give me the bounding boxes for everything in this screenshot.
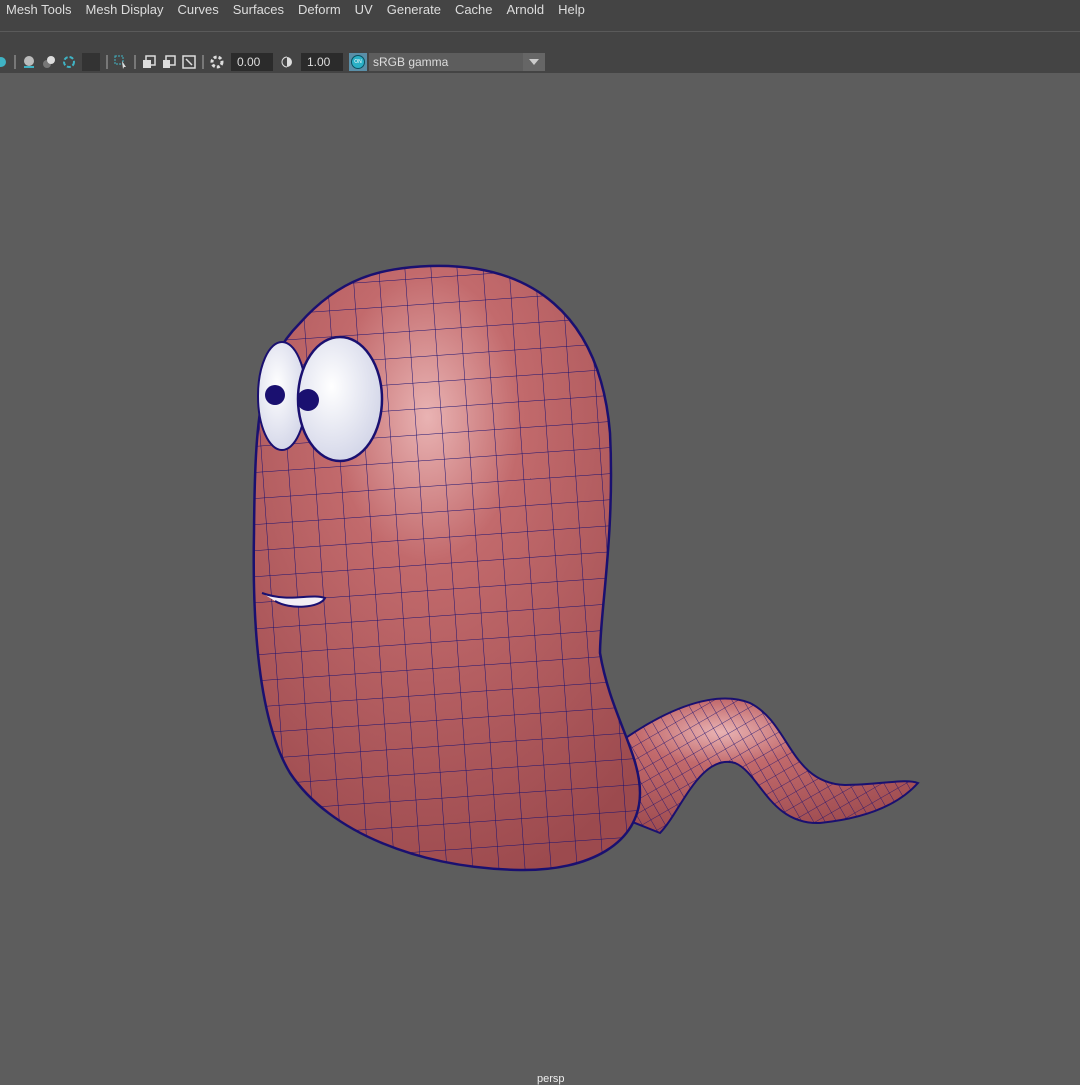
menu-generate[interactable]: Generate (381, 2, 449, 17)
menu-uv[interactable]: UV (349, 2, 381, 17)
worm-model[interactable] (0, 73, 1080, 1080)
film-gate-icon[interactable] (142, 54, 156, 69)
camera-label: persp (537, 1073, 565, 1085)
menu-bar: Mesh Tools Mesh Display Curves Surfaces … (0, 0, 1080, 32)
on-label: ON (351, 54, 365, 69)
exposure-icon[interactable] (210, 55, 224, 69)
menu-cache[interactable]: Cache (449, 2, 501, 17)
menu-mesh-tools[interactable]: Mesh Tools (0, 2, 80, 17)
toolbar-divider (106, 54, 108, 69)
color-management-toggle[interactable]: ON (349, 52, 367, 71)
toolbar-divider (14, 54, 16, 69)
menu-curves[interactable]: Curves (172, 2, 227, 17)
ambient-occlusion-icon[interactable] (62, 55, 76, 69)
viewport-toolbar: 0.00 1.00 ON sRGB gamma (0, 50, 1080, 73)
toolbar-divider (134, 54, 136, 69)
menu-arnold[interactable]: Arnold (501, 2, 553, 17)
color-space-value: sRGB gamma (373, 54, 449, 69)
toolbar-divider (202, 54, 204, 69)
menu-deform[interactable]: Deform (292, 2, 349, 17)
shadows-icon[interactable] (42, 55, 56, 69)
chevron-down-icon[interactable] (523, 52, 545, 71)
select-camera-icon[interactable] (114, 55, 128, 69)
isolate-select-icon[interactable] (82, 52, 100, 71)
gamma-icon[interactable] (280, 55, 294, 69)
gamma-field[interactable]: 1.00 (301, 52, 343, 71)
safe-action-icon[interactable] (182, 54, 196, 69)
shaded-sphere-icon[interactable] (0, 55, 8, 69)
exposure-field[interactable]: 0.00 (231, 52, 273, 71)
menu-mesh-display[interactable]: Mesh Display (80, 2, 172, 17)
3d-viewport[interactable] (0, 73, 1080, 1080)
lighting-sphere-icon[interactable] (22, 55, 36, 69)
menu-surfaces[interactable]: Surfaces (227, 2, 292, 17)
shelf-spacer (0, 32, 1080, 50)
color-space-dropdown[interactable]: sRGB gamma (369, 52, 545, 71)
resolution-gate-icon[interactable] (162, 54, 176, 69)
worm-eye-right (296, 335, 384, 463)
menu-help[interactable]: Help (552, 2, 593, 17)
